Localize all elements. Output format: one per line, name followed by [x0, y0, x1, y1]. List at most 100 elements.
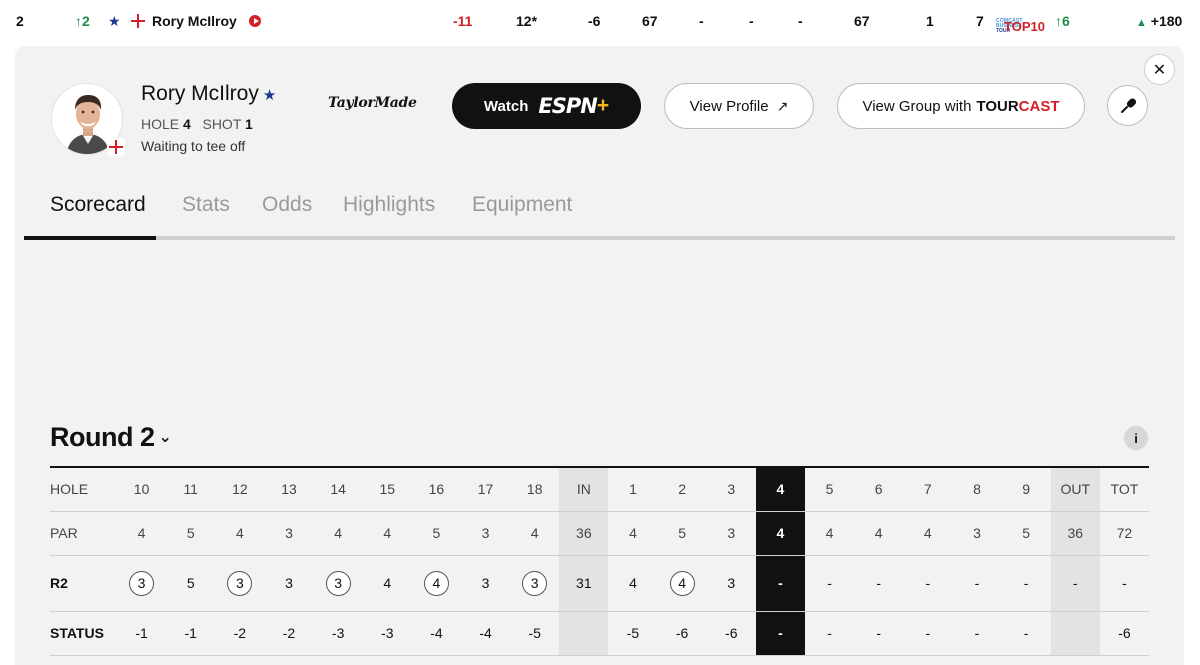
external-arrow-icon: ↗ [776, 97, 789, 114]
r1-score: 67 [642, 13, 658, 29]
par-cell: 4 [383, 525, 392, 541]
player-name[interactable]: Rory McIlroy [152, 12, 237, 30]
hole-cell: 1 [629, 481, 637, 498]
microphone-icon [1120, 97, 1136, 113]
status-cell: - [876, 625, 882, 641]
tab-divider [24, 236, 1175, 240]
total: 67 [854, 13, 870, 29]
score-cell: 4 [629, 575, 637, 591]
hole-cell: 12 [232, 481, 248, 498]
score-cell: - [1050, 555, 1100, 611]
arrow-up-icon: ↑ [1055, 13, 1062, 29]
player-detail-panel: ✕ Rory McIlroy ★ HOLE 4 SHOT 1 Waiting to… [15, 46, 1184, 665]
score-cell: - [1122, 575, 1127, 591]
view-profile-button[interactable]: View Profile ↗ [664, 83, 814, 129]
hole-cell: 15 [379, 481, 396, 498]
tab-stats[interactable]: Stats [182, 193, 230, 217]
arrow-up-icon: ↑ [75, 13, 82, 29]
score-cell: - [876, 575, 882, 591]
hole-label: HOLE [50, 481, 89, 498]
to-par: -11 [453, 13, 473, 29]
hole-shot-info: HOLE 4 SHOT 1 [141, 116, 253, 132]
par-cell: 3 [973, 525, 981, 541]
hole-cell: 10 [133, 481, 150, 498]
score-cell: 3 [215, 555, 264, 611]
birdie-circle: 4 [423, 570, 449, 596]
r2-score: - [699, 13, 704, 29]
country-flag-icon [107, 138, 125, 156]
status-cell: - [755, 611, 805, 655]
status-cell: -2 [282, 625, 296, 641]
tab-equipment[interactable]: Equipment [472, 193, 572, 217]
status-cell: - [974, 625, 980, 641]
status-cell: - [827, 625, 832, 641]
score-cell: 3 [481, 575, 490, 591]
top10-logo: COMCAST BUSINESS TOUR TOP10 [996, 18, 1045, 34]
hole-cell: 9 [1022, 481, 1030, 498]
status-row: STATUS -1 -1 -2 -2 -3 -3 -4 -4 -5 -5 -6 -6 - - - - - - -6 [50, 611, 1149, 655]
status-cell: -5 [626, 625, 640, 641]
score-cell: - [755, 555, 805, 611]
player-name-heading: Rory McIlroy ★ [141, 82, 277, 105]
par-cell: 5 [1022, 525, 1030, 541]
watch-espn-button[interactable]: Watch ESPN + [452, 83, 641, 129]
hole-cell: 13 [281, 481, 297, 498]
par-cell: 4 [825, 525, 834, 541]
live-video-icon[interactable] [249, 12, 261, 30]
birdie-circle: 3 [129, 570, 155, 596]
leaderboard-row[interactable]: 2 ↑2 ★ Rory McIlroy -11 12* -6 67 - - - … [0, 0, 1200, 42]
tab-scorecard[interactable]: Scorecard [50, 193, 146, 217]
close-button[interactable]: ✕ [1144, 54, 1175, 85]
score-cell: 4 [383, 575, 392, 591]
hole-cell: 14 [330, 481, 346, 498]
hole-cell: 8 [973, 481, 981, 498]
par-cell: 3 [285, 525, 293, 541]
odds: ▲ +180 [1136, 13, 1183, 29]
status-cell: - [925, 625, 931, 641]
par-row: PAR 4 5 4 3 4 4 5 3 4 36 4 5 3 4 4 4 4 3 5 36 72 [50, 511, 1149, 555]
tab-highlights[interactable]: Highlights [343, 193, 435, 217]
status-cell: -5 [528, 625, 541, 641]
r3-score: - [749, 13, 754, 29]
score-cell: 4 [658, 555, 707, 611]
par-label: PAR [50, 525, 78, 541]
star-icon: ★ [108, 13, 121, 29]
score-cell: - [1023, 575, 1029, 591]
par-cell: 4 [923, 525, 932, 541]
hole-cell: 16 [428, 481, 445, 498]
hole-row: HOLE 10 11 12 13 14 15 16 17 18 IN 1 2 3 4 5 6 7 8 9 OUT TOT [50, 467, 1149, 511]
par-cell: 4 [629, 525, 637, 541]
info-button[interactable]: i [1124, 426, 1148, 450]
espn-logo: ESPN [538, 94, 597, 118]
par-cell: 5 [186, 525, 195, 541]
score-cell: 3 [117, 555, 166, 611]
triangle-up-icon: ▲ [1136, 17, 1147, 29]
par-cell: 4 [530, 525, 539, 541]
status-label: STATUS [50, 625, 104, 641]
star-icon: ★ [262, 87, 277, 104]
close-icon: ✕ [1152, 61, 1167, 79]
info-icon: i [1134, 430, 1138, 446]
status-cell: - [1023, 625, 1029, 641]
par-cell: 5 [432, 525, 441, 541]
view-group-tourcast-button[interactable]: View Group with TOUR CAST [837, 83, 1085, 129]
hole-cell: 2 [678, 481, 687, 498]
player-status: Waiting to tee off [141, 138, 246, 154]
par-cell: 4 [137, 525, 146, 541]
hole-cell: 3 [727, 481, 736, 498]
tab-odds[interactable]: Odds [262, 193, 312, 217]
score-cell: 3 [314, 555, 363, 611]
hole-cell: 6 [874, 481, 883, 498]
score-cell: - [827, 575, 832, 591]
hole-cell: IN [559, 467, 609, 511]
par-cell: 5 [678, 525, 687, 541]
par-cell: 4 [755, 511, 805, 555]
par-cell: 36 [559, 511, 609, 555]
microphone-button[interactable] [1107, 85, 1148, 126]
par-cell: 4 [235, 525, 244, 541]
birdie-circle: 3 [522, 570, 548, 596]
scorecard-table: HOLE 10 11 12 13 14 15 16 17 18 IN 1 2 3 4 5 6 7 8 9 OUT TOT … [50, 466, 1149, 656]
status-cell [559, 611, 609, 655]
round-score-row: R2 3 5 3 3 3 4 4 3 3 31 4 4 3 - - - - - - - - [50, 555, 1149, 611]
round-selector[interactable]: Round 2 ⌄ [50, 422, 172, 453]
